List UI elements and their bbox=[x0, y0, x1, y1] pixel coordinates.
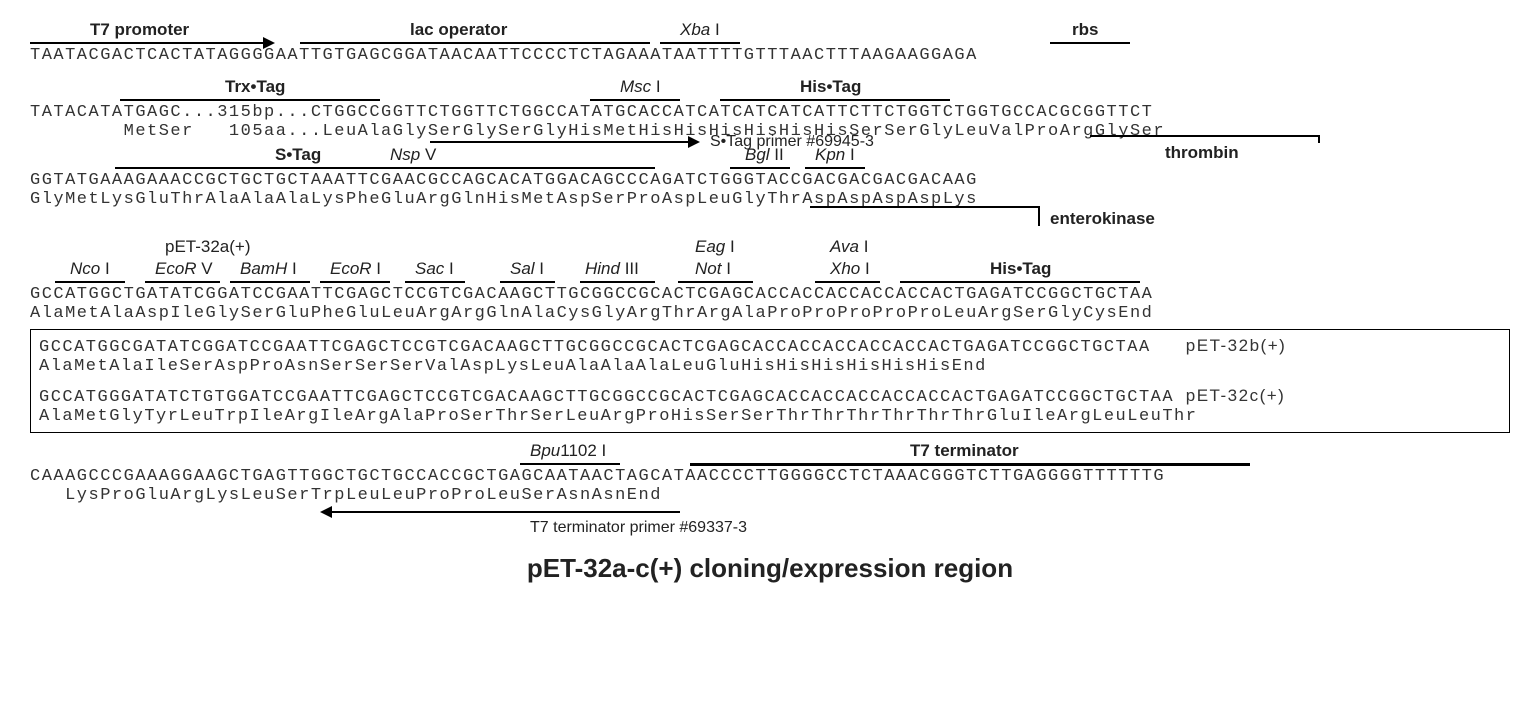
t7term-primer-arrow bbox=[330, 511, 680, 513]
seq-row2-dna: TATACATATGAGC...315bp...CTGGCCGGTTCTGGTT… bbox=[30, 103, 1510, 122]
ecori-label: EcoR I bbox=[330, 259, 381, 279]
t7-terminator-bar bbox=[690, 463, 1250, 466]
msci-bar bbox=[590, 99, 680, 101]
seq-row3-aa: GlyMetLysGluThrAlaAlaAlaLysPheGluArgGlnH… bbox=[30, 190, 1510, 209]
ecorv-label: EcoR V bbox=[155, 259, 213, 279]
seq-row6-aa: AlaMetGlyTyrLeuTrpIleArgIleArgAlaProSerT… bbox=[39, 407, 1501, 426]
nspv-label: Nsp V bbox=[390, 145, 436, 165]
enterokinase-underline bbox=[810, 206, 1040, 208]
enterokinase-label: enterokinase bbox=[1050, 209, 1155, 229]
bpu1102i-label: Bpu1102 I bbox=[530, 441, 606, 461]
seq-row5-dna: GCCATGGCGATATCGGATCCGAATTCGAGCTCCGTCGACA… bbox=[39, 336, 1501, 357]
lac-operator-bar bbox=[300, 42, 650, 44]
t7-promoter-bar bbox=[30, 42, 265, 44]
saci-label: Sac I bbox=[415, 259, 454, 279]
kpni-label: Kpn I bbox=[815, 145, 855, 165]
nspv-bar bbox=[375, 167, 455, 169]
rbs-label: rbs bbox=[1072, 20, 1098, 40]
hindiii-bar bbox=[580, 281, 655, 283]
ncoi-bar bbox=[55, 281, 125, 283]
hindiii-label: Hind III bbox=[585, 259, 639, 279]
avai-label: Ava I bbox=[830, 237, 868, 257]
seq-row3-dna: GGTATGAAAGAAACCGCTGCTGCTAAATTCGAACGCCAGC… bbox=[30, 171, 1510, 190]
thrombin-label: thrombin bbox=[1165, 143, 1239, 163]
diagram-title: pET-32a-c(+) cloning/expression region bbox=[30, 553, 1510, 584]
xhoi-label: Xho I bbox=[830, 259, 870, 279]
histag1-bar bbox=[720, 99, 950, 101]
msci-label: Msc I bbox=[620, 77, 661, 97]
noti-label: Not I bbox=[695, 259, 731, 279]
seq-row5-aa: AlaMetAlaIleSerAspProAsnSerSerSerValAspL… bbox=[39, 357, 1501, 376]
histag2-bar bbox=[900, 281, 1140, 283]
histag1-label: His•Tag bbox=[800, 77, 861, 97]
trxtag-bar bbox=[120, 99, 380, 101]
bpu1102i-bar bbox=[520, 463, 620, 465]
kpni-bar bbox=[805, 167, 865, 169]
sali-label: Sal I bbox=[510, 259, 544, 279]
ecorv-bar bbox=[145, 281, 220, 283]
saci-bar bbox=[405, 281, 465, 283]
t7-promoter-label: T7 promoter bbox=[90, 20, 189, 40]
bglii-bar bbox=[730, 167, 790, 169]
sali-bar bbox=[500, 281, 555, 283]
eagi-label: Eag I bbox=[695, 237, 735, 257]
lac-operator-label: lac operator bbox=[410, 20, 507, 40]
pet32a-label: pET-32a(+) bbox=[165, 237, 251, 257]
bglii-label: Bgl II bbox=[745, 145, 784, 165]
histag2-label: His•Tag bbox=[990, 259, 1051, 279]
t7term-primer-label: T7 terminator primer #69337-3 bbox=[530, 519, 747, 537]
xhoi-bar bbox=[815, 281, 880, 283]
thrombin-underline bbox=[1090, 135, 1320, 137]
xbai-label: Xba I bbox=[680, 20, 720, 40]
xbai-bar bbox=[660, 42, 740, 44]
variant-box: GCCATGGCGATATCGGATCCGAATTCGAGCTCCGTCGACA… bbox=[30, 329, 1510, 433]
ecori-bar bbox=[320, 281, 390, 283]
bamhi-label: BamH I bbox=[240, 259, 297, 279]
enterokinase-tick bbox=[1038, 206, 1040, 226]
rbs-bar bbox=[1050, 42, 1130, 44]
seq-row1: TAATACGACTCACTATAGGGGAATTGTGAGCGGATAACAA… bbox=[30, 46, 1510, 65]
ncoi-label: Nco I bbox=[70, 259, 110, 279]
t7-terminator-label: T7 terminator bbox=[910, 441, 1019, 461]
noti-bar bbox=[678, 281, 753, 283]
stag-primer-arrow bbox=[430, 141, 690, 143]
trxtag-label: Trx•Tag bbox=[225, 77, 285, 97]
seq-row4-dna: GCCATGGCTGATATCGGATCCGAATTCGAGCTCCGTCGAC… bbox=[30, 285, 1510, 304]
thrombin-tick bbox=[1318, 135, 1320, 143]
seq-row7-aa: LysProGluArgLysLeuSerTrpLeuLeuProProLeuS… bbox=[30, 486, 1510, 505]
bamhi-bar bbox=[230, 281, 310, 283]
seq-row7-dna: CAAAGCCCGAAAGGAAGCTGAGTTGGCTGCTGCCACCGCT… bbox=[30, 467, 1510, 486]
stag-label: S•Tag bbox=[275, 145, 321, 165]
seq-row4-aa: AlaMetAlaAspIleGlySerGluPheGluLeuArgArgG… bbox=[30, 304, 1510, 323]
seq-row6-dna: GCCATGGGATATCTGTGGATCCGAATTCGAGCTCCGTCGA… bbox=[39, 386, 1501, 407]
